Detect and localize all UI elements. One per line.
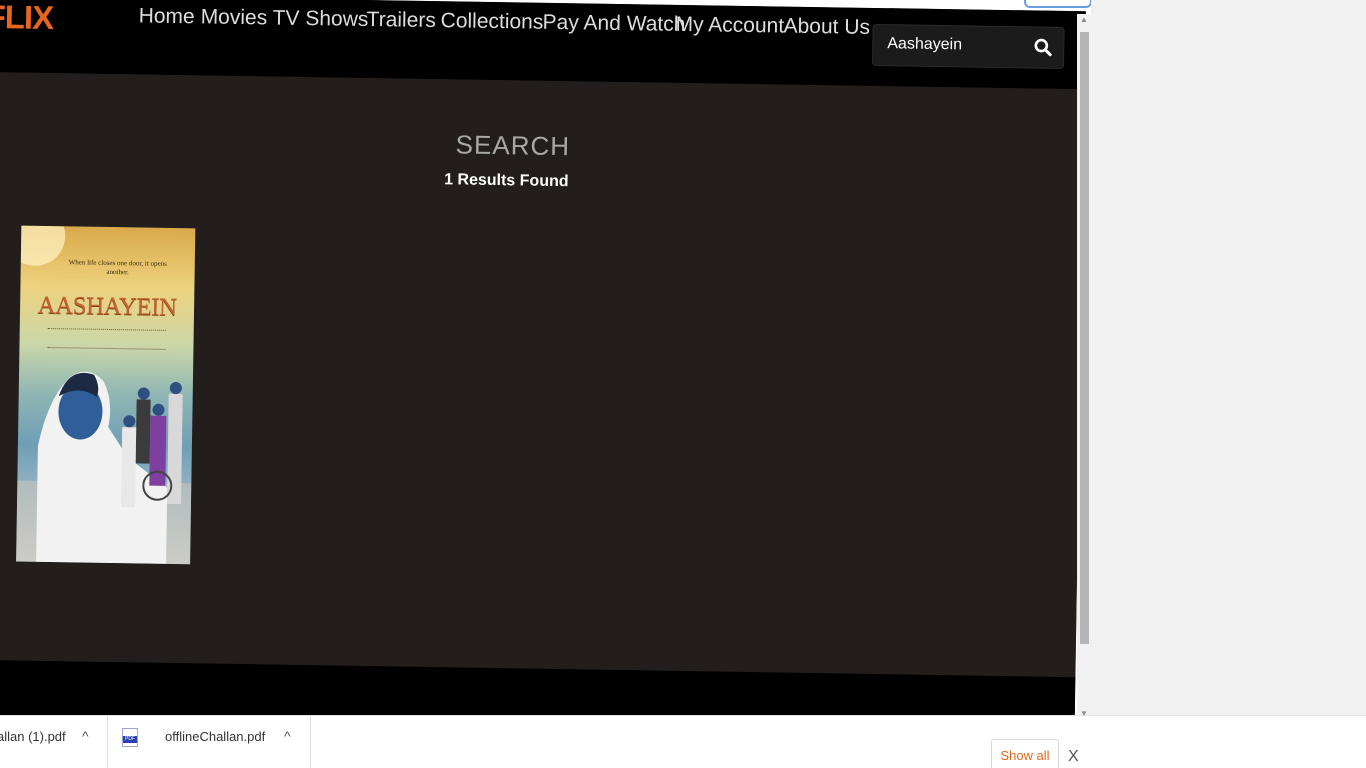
nav-tv-shows[interactable]: TV Shows bbox=[272, 7, 368, 33]
nav-my-account[interactable]: My Account bbox=[675, 13, 784, 39]
nav-collections[interactable]: Collections bbox=[440, 9, 543, 35]
page-scrollbar[interactable]: ▲ ▼ bbox=[1077, 14, 1091, 725]
page-title: SEARCH bbox=[455, 129, 571, 162]
divider bbox=[310, 716, 311, 768]
search-icon[interactable] bbox=[1033, 37, 1053, 57]
browser-viewport: FLIX Home Movies TV Shows Trailers Colle… bbox=[0, 0, 1366, 768]
scroll-up-arrow[interactable]: ▲ bbox=[1080, 16, 1088, 24]
downloads-bar: allan (1).pdf ^ PDF offlineChallan.pdf ^… bbox=[0, 715, 1366, 768]
website: FLIX Home Movies TV Shows Trailers Colle… bbox=[0, 0, 1086, 748]
nav-home[interactable]: Home bbox=[138, 4, 194, 29]
poster-tagline: When life closes one door, it opens anot… bbox=[68, 258, 167, 277]
poster-title: AASHAYEIN bbox=[37, 291, 177, 322]
empty-right-pane bbox=[1091, 0, 1366, 735]
download-filename: offlineChallan.pdf bbox=[165, 729, 266, 744]
results-count: 1 Results Found bbox=[444, 171, 569, 191]
nav-pay-and-watch[interactable]: Pay And Watch bbox=[542, 11, 685, 37]
download-filename: allan (1).pdf bbox=[0, 729, 66, 744]
chevron-up-icon[interactable]: ^ bbox=[284, 728, 291, 744]
nav-trailers[interactable]: Trailers bbox=[366, 8, 436, 33]
close-icon[interactable]: X bbox=[1068, 748, 1079, 766]
nav-movies[interactable]: Movies bbox=[200, 5, 267, 30]
search-input[interactable] bbox=[887, 33, 1028, 58]
show-all-button[interactable]: Show all bbox=[991, 739, 1059, 768]
site-logo[interactable]: FLIX bbox=[0, 0, 53, 37]
browser-top-button[interactable] bbox=[1024, 0, 1092, 8]
movie-poster-result[interactable]: When life closes one door, it opens anot… bbox=[16, 225, 196, 565]
download-item[interactable]: allan (1).pdf ^ bbox=[0, 716, 107, 768]
pdf-icon-label: PDF bbox=[123, 736, 137, 743]
nav-about-us[interactable]: About Us bbox=[783, 15, 870, 40]
scrollbar-thumb[interactable] bbox=[1080, 32, 1089, 644]
pdf-file-icon: PDF bbox=[122, 728, 138, 747]
download-item[interactable]: PDF offlineChallan.pdf ^ bbox=[108, 716, 310, 768]
search-box bbox=[871, 23, 1065, 69]
chevron-up-icon[interactable]: ^ bbox=[82, 728, 89, 744]
poster-credits-block bbox=[47, 328, 166, 350]
